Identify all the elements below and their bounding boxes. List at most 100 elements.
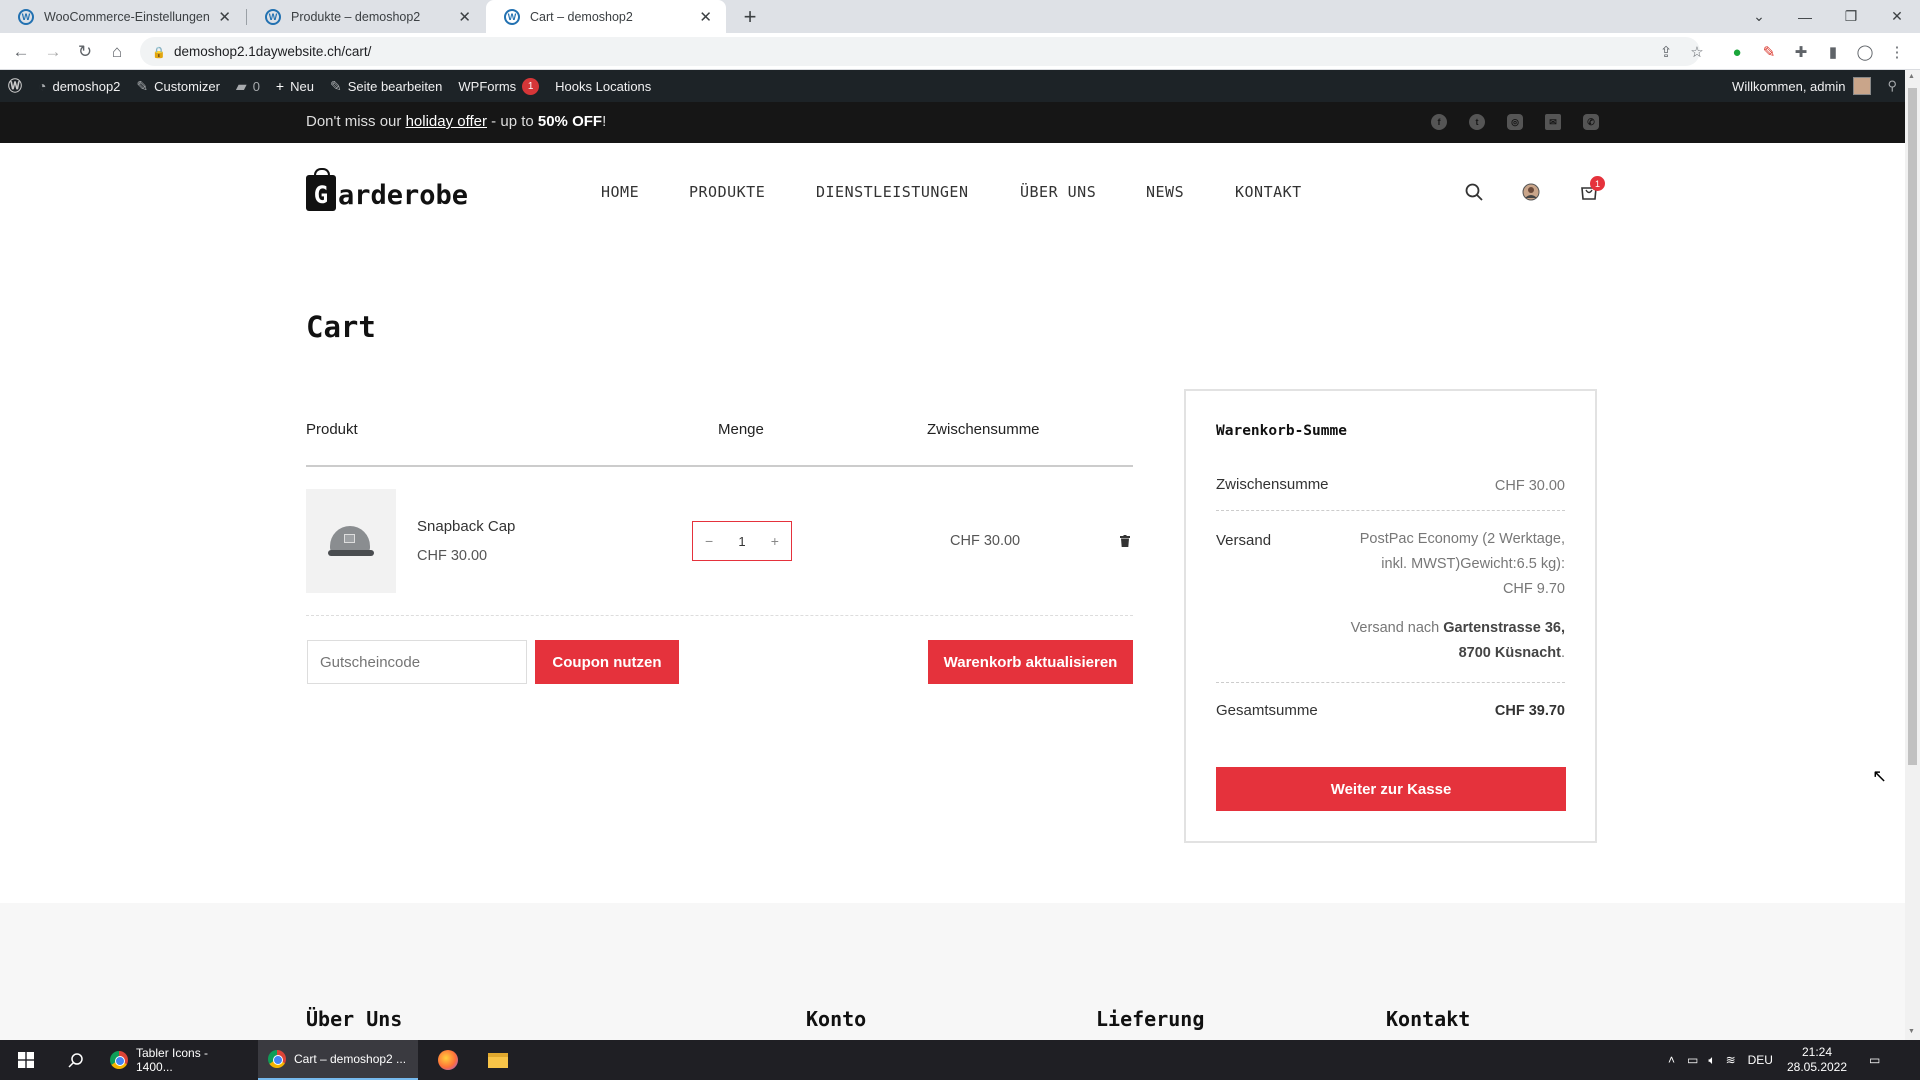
profile-icon[interactable]: ◯ [1854,41,1876,63]
footer-heading-delivery: Lieferung [1096,1007,1205,1031]
side-panel-icon[interactable]: ▮ [1822,41,1844,63]
network-icon[interactable]: ≋ [1726,1053,1736,1067]
shipping-method-line: PostPac Economy (2 Werktage, [1359,531,1565,547]
chrome-icon [110,1051,128,1069]
holiday-offer-link[interactable]: holiday offer [406,113,487,130]
chrome-menu-icon[interactable]: ⋮ [1886,41,1908,63]
firefox-icon[interactable] [428,1040,468,1080]
address-bar[interactable]: 🔒 demoshop2.1daywebsite.ch/cart/ [140,37,1700,66]
home-icon[interactable]: ⌂ [106,41,128,63]
nav-ueber-uns[interactable]: ÜBER UNS [1020,183,1096,201]
mail-icon[interactable]: ✉ [1545,114,1561,130]
minimize-button[interactable]: — [1782,0,1828,33]
hooks-locations-link[interactable]: Hooks Locations [547,70,659,102]
admin-search-icon[interactable]: ⚲ [1879,70,1905,102]
customizer-link[interactable]: ✎ Customizer [128,70,227,102]
column-header-subtotal: Zwischensumme [927,421,1040,438]
extension-red-icon[interactable]: ✎ [1758,41,1780,63]
site-logo[interactable]: G arderobe [306,168,468,211]
share-icon[interactable]: ⇪ [1655,41,1677,63]
shipping-cost: CHF 9.70 [1502,581,1565,597]
browser-tab-produkte[interactable]: W Produkte – demoshop2 ✕ [247,0,485,33]
extension-green-icon[interactable]: ● [1726,41,1748,63]
scrollbar-thumb[interactable] [1908,88,1917,765]
wpforms-link[interactable]: WPForms 1 [450,70,547,102]
bookmark-star-icon[interactable]: ☆ [1686,41,1708,63]
wp-logo-icon[interactable]: Ⓦ [0,70,30,102]
scroll-up-arrow[interactable]: ▲ [1908,73,1915,80]
close-tab-icon[interactable]: ✕ [218,8,231,26]
volume-icon[interactable]: 🔈︎ [1708,1053,1715,1068]
facebook-icon[interactable]: f [1431,114,1447,130]
promo-bar: Don't miss our holiday offer - up to 50%… [0,102,1905,143]
scroll-down-arrow[interactable]: ▼ [1908,1028,1915,1035]
quantity-input[interactable]: 1 [738,534,745,549]
mouse-cursor-icon: ↖ [1872,766,1888,786]
totals-subtotal-value: CHF 30.00 [1494,478,1565,494]
nav-home[interactable]: HOME [601,183,639,201]
taskbar-item-label: Cart – demoshop2 ... [294,1052,407,1066]
file-explorer-icon[interactable] [478,1040,518,1080]
clock[interactable]: 21:24 28.05.2022 [1787,1045,1847,1075]
apply-coupon-button[interactable]: Coupon nutzen [535,640,679,684]
browser-tab-cart[interactable]: W Cart – demoshop2 ✕ [486,0,726,33]
proceed-to-checkout-button[interactable]: Weiter zur Kasse [1216,767,1566,811]
restore-button[interactable]: ❐ [1828,0,1874,33]
cart-totals-box: Warenkorb-Summe Zwischensumme CHF 30.00 … [1184,389,1597,843]
new-content-link[interactable]: + Neu [268,70,322,102]
close-tab-icon[interactable]: ✕ [458,8,471,26]
page-scrollbar[interactable]: ▲ ▼ [1905,70,1920,1040]
nav-dienstleistungen[interactable]: DIENSTLEISTUNGEN [816,183,969,201]
search-icon[interactable] [1463,181,1485,203]
new-tab-button[interactable]: + [738,4,762,30]
close-window-button[interactable]: ✕ [1874,0,1920,33]
shipping-destination-prefix: Versand nach [1350,620,1444,636]
close-tab-icon[interactable]: ✕ [699,8,712,26]
shipping-address-city: 8700 Küsnacht [1458,645,1561,661]
nav-kontakt[interactable]: KONTAKT [1235,183,1302,201]
promo-prefix: Don't miss our [306,113,406,130]
notifications-icon[interactable]: ▭ [1869,1053,1880,1067]
product-name-link[interactable]: Snapback Cap [417,518,515,535]
decrease-quantity-button[interactable]: − [705,533,713,549]
tab-title: Cart – demoshop2 [530,9,633,24]
taskbar-search-icon[interactable] [58,1040,94,1080]
twitter-icon[interactable]: t [1469,114,1485,130]
phone-icon[interactable]: ✆ [1583,114,1599,130]
windows-taskbar: Tabler Icons - 1400... Cart – demoshop2 … [0,1040,1920,1080]
remove-item-trash-icon[interactable] [1120,534,1130,547]
promo-message: Don't miss our holiday offer - up to 50%… [306,113,606,130]
battery-icon[interactable]: ▭ [1687,1053,1698,1067]
promo-highlight: 50% OFF [537,113,603,130]
reload-icon[interactable]: ↻ [74,41,96,63]
page-title: Cart [306,310,376,344]
taskbar-chrome-tabler[interactable]: Tabler Icons - 1400... [100,1040,255,1080]
language-indicator[interactable]: DEU [1748,1053,1773,1067]
increase-quantity-button[interactable]: + [771,533,779,549]
product-thumbnail[interactable] [306,489,396,593]
start-button[interactable] [8,1040,44,1080]
browser-tab-strip: W WooCommerce-Einstellungen ‹ d ✕ W Prod… [0,0,1920,33]
site-name-link[interactable]: ◔ demoshop2 [30,70,128,102]
comment-icon: ▰ [235,77,247,94]
extensions-puzzle-icon[interactable]: ✚ [1790,41,1812,63]
back-icon[interactable]: ← [10,41,32,63]
taskbar-chrome-cart[interactable]: Cart – demoshop2 ... [258,1040,418,1080]
totals-divider [1216,682,1565,683]
forward-icon[interactable]: → [42,41,64,63]
nav-produkte[interactable]: PRODUKTE [689,183,765,201]
tab-search-icon[interactable]: ⌄ [1736,0,1782,33]
comments-link[interactable]: ▰ 0 [228,70,268,102]
account-menu[interactable]: Willkommen, admin [1724,70,1879,102]
update-cart-button[interactable]: Warenkorb aktualisieren [928,640,1133,684]
nav-news[interactable]: NEWS [1146,183,1184,201]
row-divider [306,615,1133,616]
hooks-label: Hooks Locations [555,78,652,94]
instagram-icon[interactable]: ◎ [1507,114,1523,130]
browser-tab-woocommerce[interactable]: W WooCommerce-Einstellungen ‹ d ✕ [0,0,245,33]
user-account-icon[interactable] [1520,181,1542,203]
coupon-code-input[interactable] [307,640,527,684]
wpforms-label: WPForms [458,78,517,94]
edit-page-link[interactable]: ✎ Seite bearbeiten [322,70,450,102]
tray-overflow-icon[interactable]: ˄ [1668,1053,1675,1067]
